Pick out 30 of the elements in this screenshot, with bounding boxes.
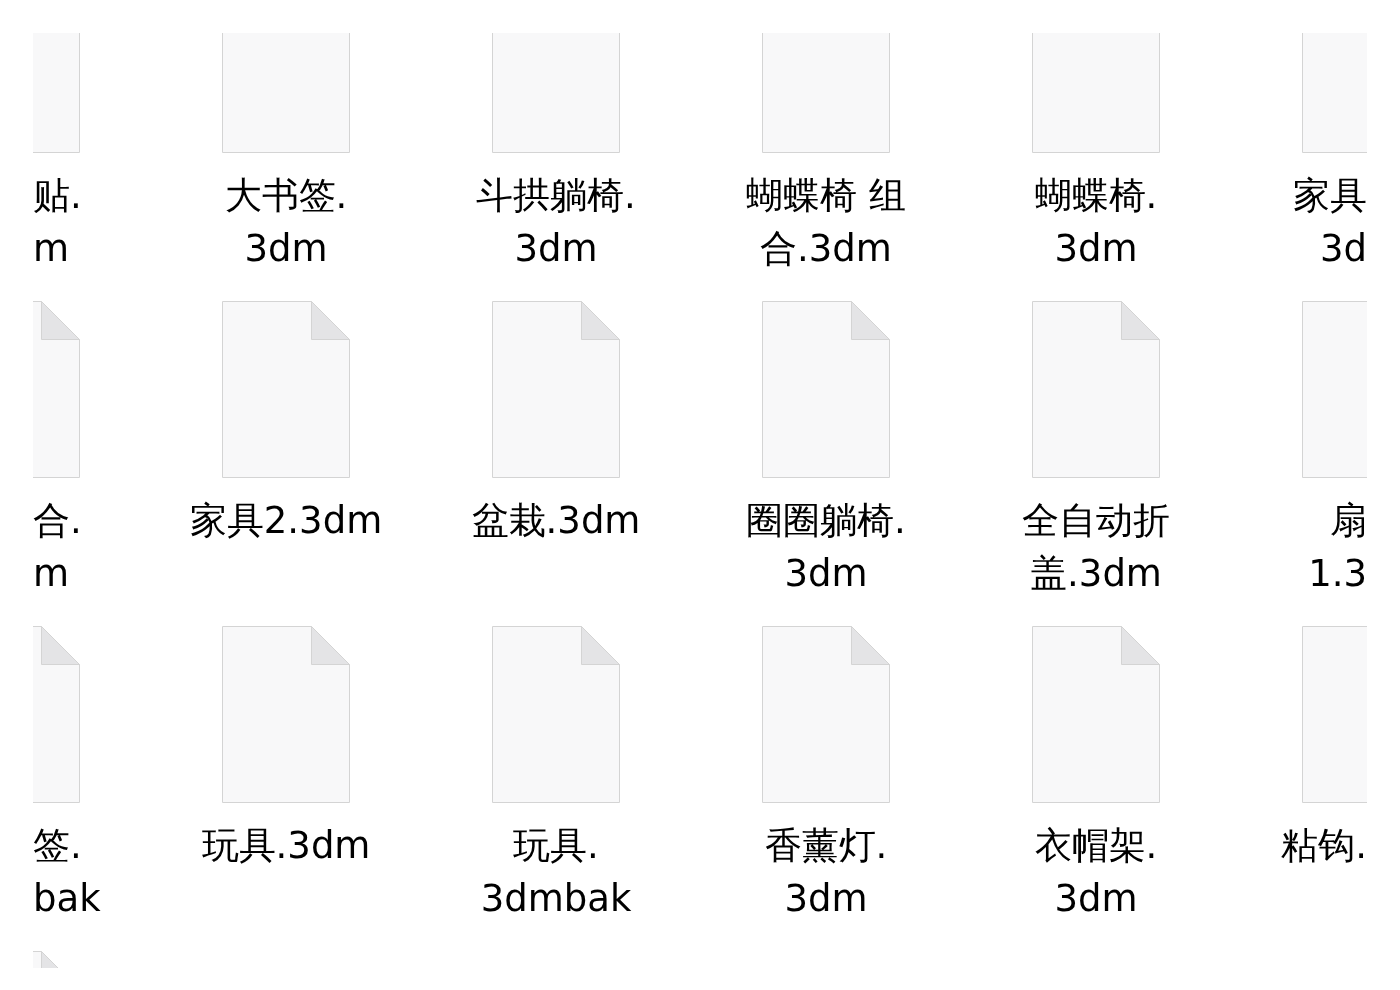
file-name-label: 贴. m [33, 173, 82, 272]
file-name-label: 香薰灯. 3dm [764, 823, 888, 922]
file-icon[interactable] [762, 301, 890, 478]
file-icon[interactable] [33, 301, 80, 478]
file-name-label: 粘钩. [1281, 823, 1367, 869]
file-icon[interactable] [222, 301, 350, 478]
file-name-label: 大书签. 3dm [224, 173, 348, 272]
file-icon[interactable] [492, 626, 620, 803]
file-name-label: 蝴蝶椅. 3dm [1034, 173, 1158, 272]
file-name-label: 家具2.3dm [189, 498, 383, 544]
file-name-label: 斗拱躺椅. 3dm [476, 173, 636, 272]
file-icon[interactable] [1032, 301, 1160, 478]
file-name-label: 扇 1.3 [1308, 498, 1367, 597]
file-icon[interactable] [222, 626, 350, 803]
file-icon[interactable] [762, 626, 890, 803]
file-name-label: 家具 3d [1293, 173, 1367, 272]
file-name-label: 全自动折 盖.3dm [1022, 498, 1170, 597]
file-name-label: 合. m [33, 498, 82, 597]
file-name-label: 圈圈躺椅. 3dm [746, 498, 906, 597]
file-name-label: 蝴蝶椅 组 合.3dm [746, 173, 906, 272]
file-name-label: 盆栽.3dm [471, 498, 641, 544]
file-icon[interactable] [1032, 626, 1160, 803]
file-icon[interactable] [1302, 301, 1367, 478]
file-name-label: 玩具.3dm [201, 823, 371, 869]
file-name-label: 签. bak [33, 823, 101, 922]
file-icon[interactable] [33, 626, 80, 803]
file-icon[interactable] [492, 301, 620, 478]
file-name-label: 衣帽架. 3dm [1034, 823, 1158, 922]
file-name-label: 玩具. 3dmbak [480, 823, 632, 922]
file-icon[interactable] [1302, 626, 1367, 803]
